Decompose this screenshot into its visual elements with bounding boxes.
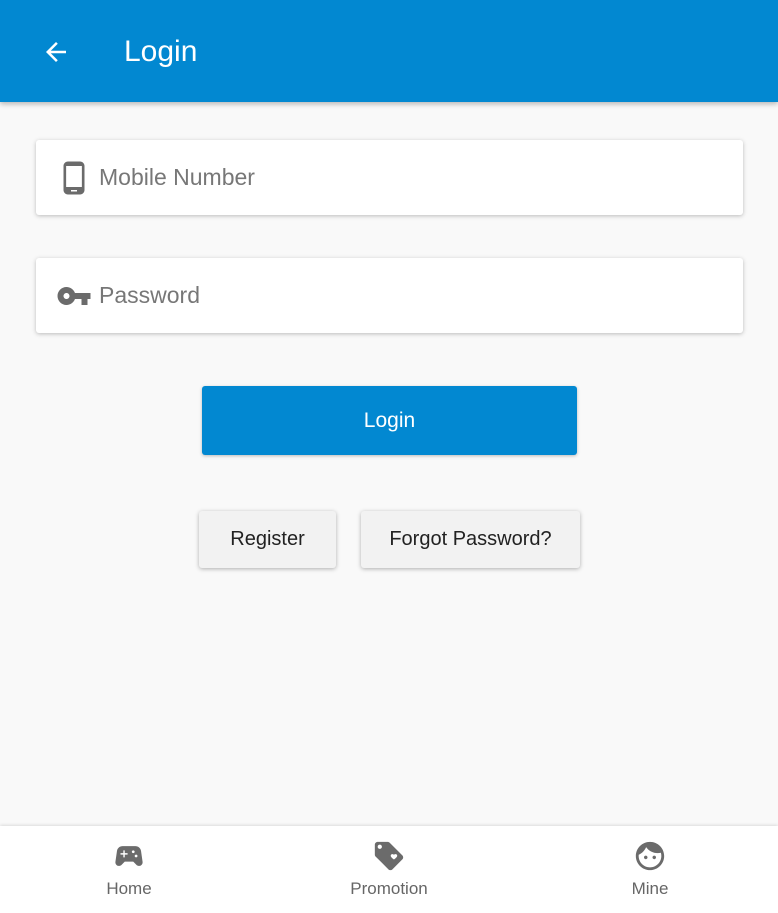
gamepad-icon	[111, 838, 147, 874]
arrow-left-icon	[46, 42, 66, 62]
nav-item-home[interactable]: Home	[29, 826, 229, 913]
password-input[interactable]	[99, 275, 699, 316]
app-bar: Login	[0, 0, 778, 102]
forgot-password-button[interactable]: Forgot Password?	[361, 511, 580, 568]
nav-label-promotion: Promotion	[350, 879, 428, 898]
nav-label-mine: Mine	[631, 879, 669, 898]
mobile-number-field[interactable]	[36, 140, 743, 215]
login-screen: Login Login Register Forgot Password? Ho…	[0, 0, 778, 913]
nav-label-home: Home	[106, 879, 152, 898]
phone-icon	[56, 160, 92, 196]
tag-icon	[371, 838, 407, 874]
face-icon	[632, 838, 668, 874]
register-button[interactable]: Register	[199, 511, 336, 568]
bottom-navigation: Home Promotion Mine	[0, 826, 778, 913]
page-title: Login	[124, 35, 198, 68]
password-field[interactable]	[36, 258, 743, 333]
nav-item-promotion[interactable]: Promotion	[289, 826, 489, 913]
back-button[interactable]	[26, 28, 86, 76]
key-icon	[56, 278, 92, 314]
mobile-number-input[interactable]	[99, 157, 699, 198]
nav-item-mine[interactable]: Mine	[550, 826, 750, 913]
login-button[interactable]: Login	[202, 386, 577, 455]
